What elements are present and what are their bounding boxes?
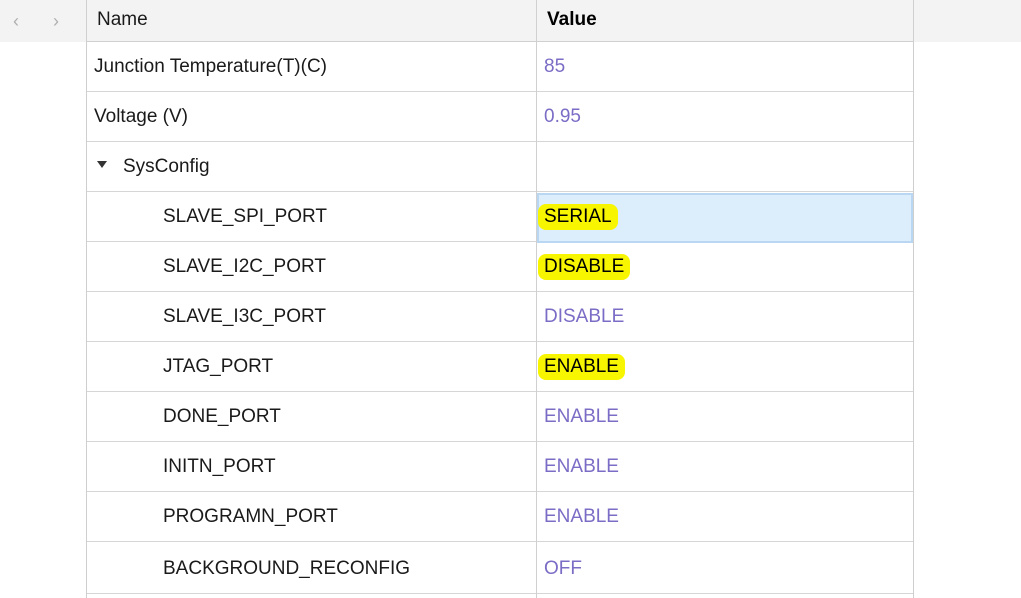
property-name: SLAVE_I2C_PORT [163, 256, 326, 277]
property-value[interactable]: DISABLE [537, 292, 920, 341]
property-name: PROGRAMN_PORT [163, 506, 338, 527]
property-name: INITN_PORT [163, 456, 276, 477]
property-row[interactable]: SLAVE_SPI_PORT SERIAL [87, 192, 913, 243]
column-header-name[interactable]: Name [87, 0, 546, 41]
property-value[interactable]: 0.95 [537, 92, 920, 141]
property-value[interactable]: ENABLE [537, 492, 920, 541]
property-row[interactable]: DONE_PORT ENABLE [87, 392, 913, 442]
property-row[interactable]: INITN_PORT ENABLE [87, 442, 913, 492]
property-value[interactable]: ENABLE [537, 392, 920, 441]
group-value-empty [537, 142, 913, 191]
property-grid: Name Value Junction Temperature(T)(C) 85… [86, 0, 914, 598]
group-name: SysConfig [123, 156, 210, 177]
property-row[interactable]: SLAVE_I2C_PORT DISABLE [87, 242, 913, 292]
property-name: BACKGROUND_RECONFIG [163, 558, 411, 579]
property-row[interactable]: BACKGROUND_RECONFIG OFF [87, 544, 913, 594]
expand-collapse-icon[interactable] [97, 161, 107, 169]
property-name: DONE_PORT [163, 406, 281, 427]
property-name: SLAVE_I3C_PORT [163, 306, 326, 327]
property-value[interactable]: ENABLE [537, 442, 920, 491]
column-header-value[interactable]: Value [537, 0, 923, 41]
property-value[interactable]: ENABLE [537, 342, 920, 391]
property-value[interactable]: SERIAL [537, 192, 920, 241]
property-row[interactable]: SLAVE_I3C_PORT DISABLE [87, 292, 913, 342]
property-value[interactable]: 85 [537, 42, 920, 91]
property-name: JTAG_PORT [163, 356, 274, 377]
property-row[interactable]: Junction Temperature(T)(C) 85 [87, 42, 913, 92]
forward-arrow-icon[interactable]: › [46, 10, 66, 32]
highlighted-value: SERIAL [538, 204, 618, 230]
property-value[interactable]: OFF [537, 544, 920, 593]
property-name: Voltage (V) [94, 106, 188, 127]
property-name: SLAVE_SPI_PORT [163, 206, 328, 227]
property-value[interactable]: DISABLE [537, 242, 920, 291]
property-row[interactable]: Voltage (V) 0.95 [87, 92, 913, 142]
property-name: Junction Temperature(T)(C) [94, 56, 328, 77]
grid-header: Name Value [87, 0, 913, 42]
highlighted-value: ENABLE [538, 354, 625, 380]
highlighted-value: DISABLE [538, 254, 631, 280]
group-row-sysconfig[interactable]: SysConfig [87, 142, 913, 192]
column-divider[interactable] [536, 0, 537, 598]
back-arrow-icon[interactable]: ‹ [6, 10, 26, 32]
property-row[interactable]: PROGRAMN_PORT ENABLE [87, 492, 913, 542]
group-label: SysConfig [87, 142, 546, 191]
property-row[interactable]: JTAG_PORT ENABLE [87, 342, 913, 392]
